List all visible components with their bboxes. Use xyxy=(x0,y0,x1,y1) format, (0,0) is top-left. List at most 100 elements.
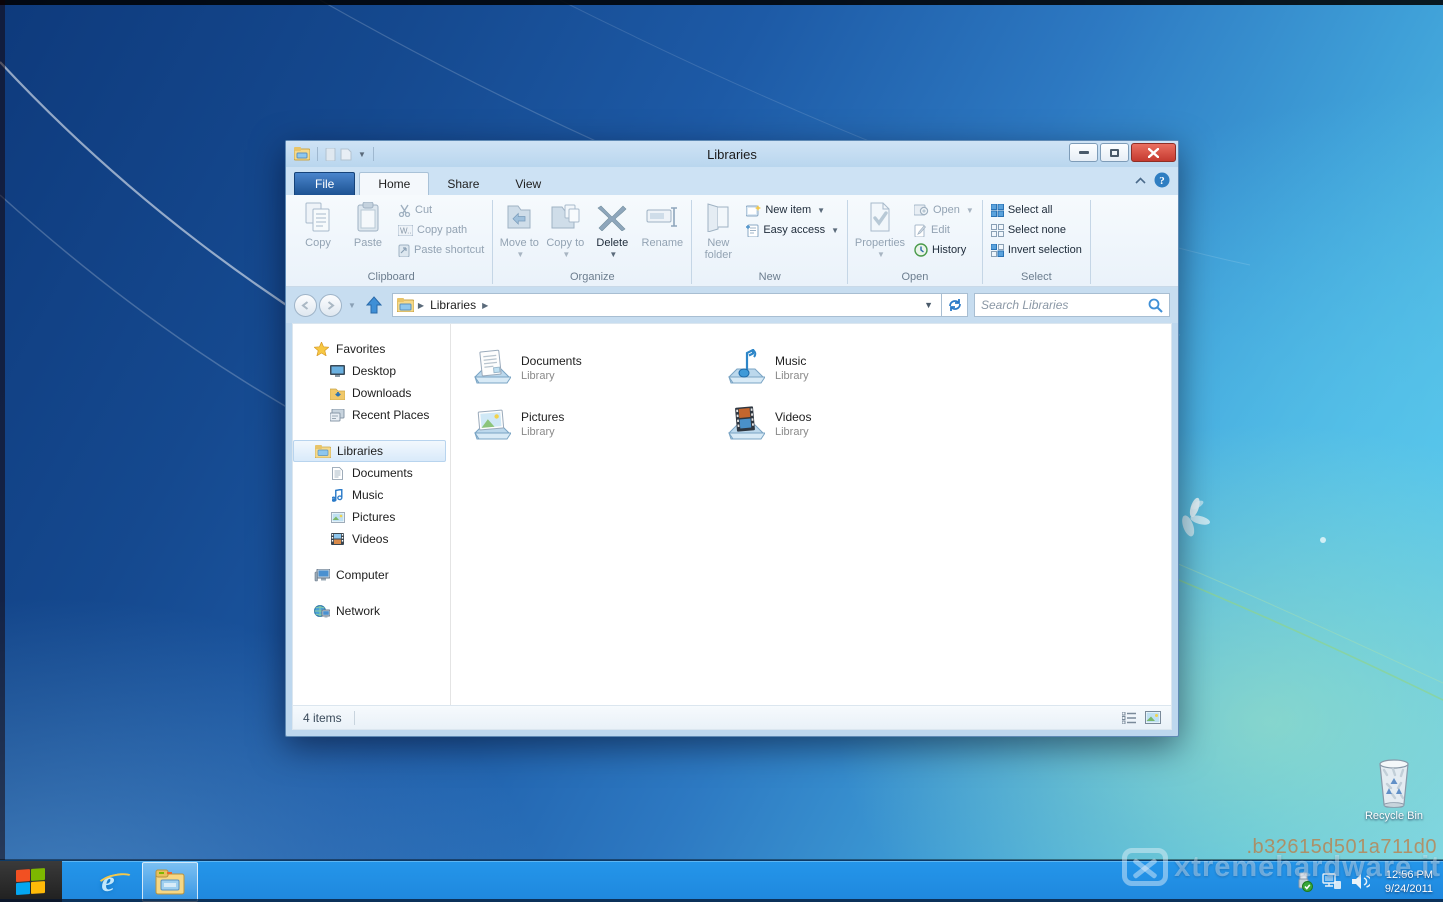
new-folder-button[interactable]: New folder xyxy=(696,198,740,261)
tab-view[interactable]: View xyxy=(497,173,559,195)
easy-access-button[interactable]: Easy access ▼ xyxy=(742,220,843,240)
sidebar-item-videos[interactable]: Videos xyxy=(293,528,450,550)
library-item-pictures[interactable]: Pictures Library xyxy=(469,396,699,452)
maximize-button[interactable] xyxy=(1100,143,1129,162)
breadcrumb-arrow[interactable]: ▶ xyxy=(418,301,424,310)
item-name: Music xyxy=(775,354,807,368)
taskbar-explorer-button[interactable] xyxy=(142,862,198,902)
qat-properties-button[interactable] xyxy=(325,147,336,161)
copy-icon xyxy=(305,200,331,234)
sidebar-item-music[interactable]: Music xyxy=(293,484,450,506)
new-item-button[interactable]: New item ▼ xyxy=(742,200,843,220)
ribbon-tab-row: File Home Share View ? xyxy=(286,167,1178,195)
qat-new-folder-button[interactable] xyxy=(340,148,352,161)
open-button[interactable]: Open ▼ xyxy=(910,200,978,220)
explorer-app-icon[interactable] xyxy=(294,147,310,161)
thumbnail-view-button[interactable] xyxy=(1145,711,1161,724)
copy-button[interactable]: Copy xyxy=(294,198,342,260)
copy-to-button[interactable]: Copy to ▼ xyxy=(543,198,587,261)
minimize-ribbon-button[interactable] xyxy=(1135,176,1146,184)
easy-access-icon xyxy=(746,224,759,237)
tray-network-icon[interactable] xyxy=(1322,873,1342,890)
address-dropdown[interactable]: ▼ xyxy=(920,300,937,310)
tab-home[interactable]: Home xyxy=(359,172,430,195)
copy-path-button[interactable]: W.. Copy path xyxy=(394,220,488,240)
close-button[interactable] xyxy=(1131,143,1176,162)
tray-volume-icon[interactable] xyxy=(1351,873,1370,890)
back-button[interactable] xyxy=(294,293,317,317)
rename-button[interactable]: Rename xyxy=(637,198,687,260)
address-bar[interactable]: ▶ Libraries ▶ ▼ xyxy=(391,293,942,317)
sidebar-item-desktop[interactable]: Desktop xyxy=(293,360,450,382)
sidebar-item-recent-places[interactable]: Recent Places xyxy=(293,404,450,426)
item-name: Documents xyxy=(521,354,582,368)
tray-usb-icon[interactable] xyxy=(1295,872,1313,892)
favorites-star-icon xyxy=(313,342,330,356)
copy-path-icon: W.. xyxy=(398,224,413,236)
sidebar-item-libraries[interactable]: Libraries xyxy=(293,440,446,462)
maximize-icon xyxy=(1110,148,1119,157)
tab-share[interactable]: Share xyxy=(429,173,497,195)
breadcrumb-libraries[interactable]: Libraries xyxy=(428,298,478,312)
title-bar[interactable]: ▼ Libraries xyxy=(286,141,1178,167)
breadcrumb-folder-icon xyxy=(396,298,414,312)
sidebar-item-pictures[interactable]: Pictures xyxy=(293,506,450,528)
invert-selection-icon xyxy=(990,243,1004,257)
sidebar-item-downloads[interactable]: Downloads xyxy=(293,382,450,404)
help-button[interactable]: ? xyxy=(1154,172,1170,188)
file-list-area[interactable]: Documents Library Music Library Pictures… xyxy=(451,324,1171,705)
sidebar-item-favorites[interactable]: Favorites xyxy=(293,338,450,360)
build-watermark: .b32615d501a711d0 xyxy=(1246,836,1437,858)
move-to-button[interactable]: Move to ▼ xyxy=(497,198,541,261)
taskbar-clock[interactable]: 12:56 PM 9/24/2011 xyxy=(1379,868,1433,896)
taskbar-ie-button[interactable]: e xyxy=(80,861,137,902)
sidebar-item-documents[interactable]: Documents xyxy=(293,462,450,484)
library-item-videos[interactable]: Videos Library xyxy=(723,396,953,452)
forward-button[interactable] xyxy=(319,293,342,317)
pictures-icon xyxy=(329,511,346,523)
recycle-bin-label: Recycle Bin xyxy=(1364,810,1424,822)
open-group-label: Open xyxy=(901,271,929,283)
qat-customize-dropdown[interactable]: ▼ xyxy=(358,150,366,159)
paste-button[interactable]: Paste xyxy=(344,198,392,260)
pictures-library-icon xyxy=(474,409,511,440)
libraries-icon xyxy=(314,444,331,458)
minimize-button[interactable] xyxy=(1069,143,1098,162)
breadcrumb-arrow[interactable]: ▶ xyxy=(482,301,488,310)
paste-shortcut-icon xyxy=(398,244,410,257)
recent-pages-dropdown[interactable]: ▼ xyxy=(348,301,356,310)
recycle-bin[interactable]: Recycle Bin xyxy=(1364,756,1424,822)
start-button[interactable] xyxy=(0,860,62,902)
search-input[interactable] xyxy=(981,298,1148,312)
edit-button[interactable]: Edit xyxy=(910,220,978,240)
invert-selection-button[interactable]: Invert selection xyxy=(987,240,1086,260)
music-icon xyxy=(329,488,346,502)
refresh-button[interactable] xyxy=(942,293,968,317)
ribbon-group-clipboard: Copy Paste Cut W.. Copy path Paste short… xyxy=(290,198,492,286)
cut-button[interactable]: Cut xyxy=(394,200,488,220)
properties-button[interactable]: Properties ▼ xyxy=(852,198,908,261)
new-group-label: New xyxy=(758,271,781,283)
up-button[interactable] xyxy=(362,293,386,317)
library-item-documents[interactable]: Documents Library xyxy=(469,340,699,396)
sidebar-item-computer[interactable]: Computer xyxy=(293,564,450,586)
select-none-button[interactable]: Select none xyxy=(987,220,1086,240)
ribbon: Copy Paste Cut W.. Copy path Paste short… xyxy=(286,195,1178,287)
paste-shortcut-button[interactable]: Paste shortcut xyxy=(394,240,488,260)
library-item-music[interactable]: Music Library xyxy=(723,340,953,396)
delete-icon xyxy=(597,200,627,234)
item-type: Library xyxy=(521,370,555,382)
details-view-button[interactable] xyxy=(1122,711,1137,724)
ribbon-group-new: New folder New item ▼ Easy access ▼ New xyxy=(692,198,847,286)
windows-logo-icon xyxy=(16,867,46,895)
sidebar-item-network[interactable]: Network xyxy=(293,600,450,622)
edit-icon xyxy=(914,224,926,237)
tab-file[interactable]: File xyxy=(294,172,356,195)
select-group-label: Select xyxy=(1021,271,1052,283)
select-all-button[interactable]: Select all xyxy=(987,200,1086,220)
search-icon[interactable] xyxy=(1148,298,1163,313)
back-arrow-icon xyxy=(301,300,309,310)
history-button[interactable]: History xyxy=(910,240,978,260)
item-type: Library xyxy=(775,426,809,438)
delete-button[interactable]: Delete ▼ xyxy=(589,198,635,261)
